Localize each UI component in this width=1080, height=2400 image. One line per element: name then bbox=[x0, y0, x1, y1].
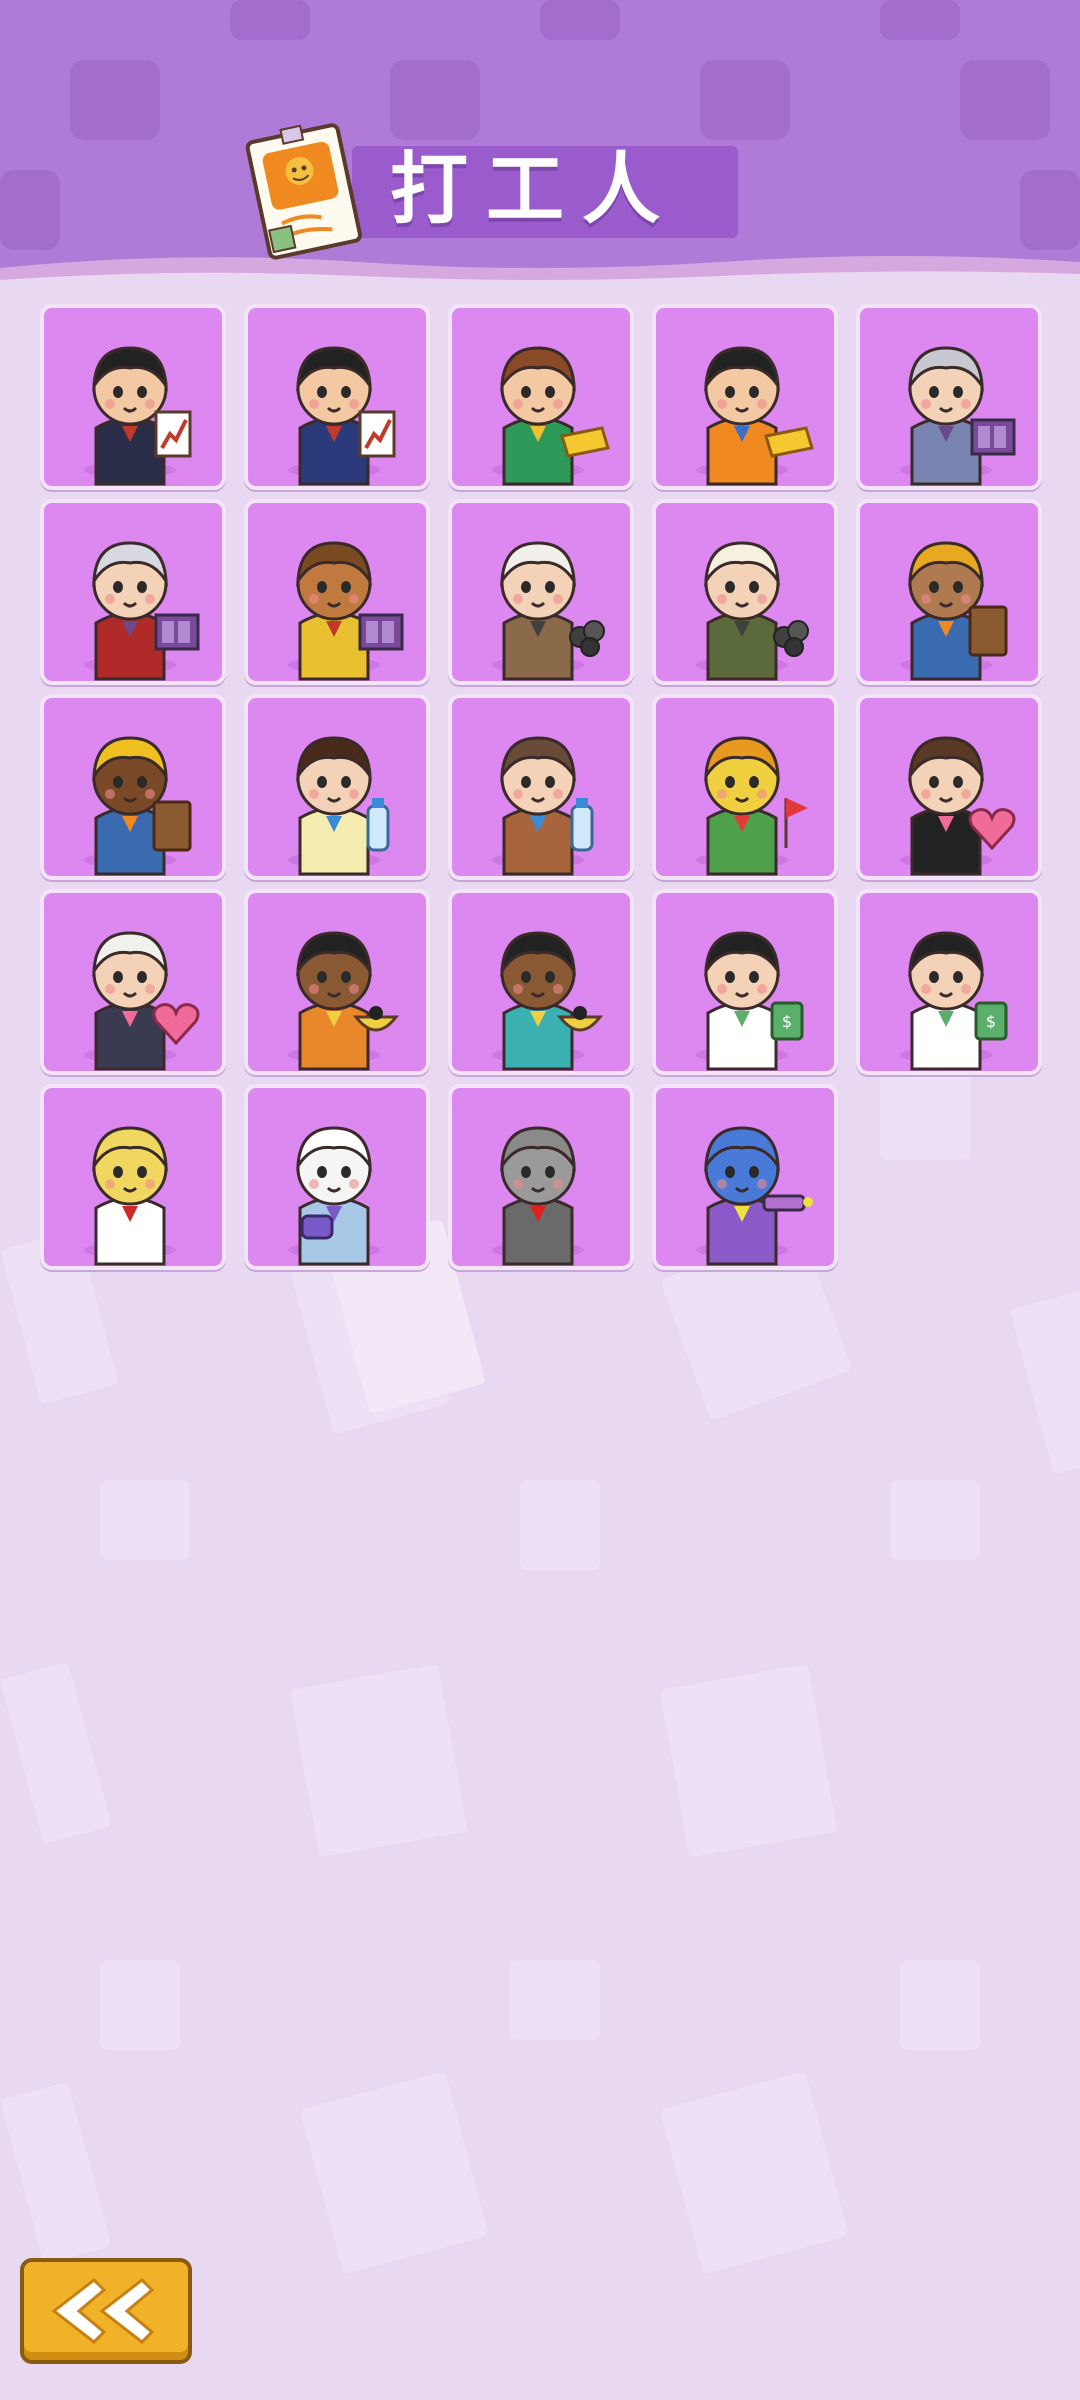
character-card-office-man-chart-2[interactable] bbox=[244, 304, 430, 490]
character-card-white-hair-adventurer[interactable] bbox=[448, 499, 634, 685]
character-card-boy-teal-bowl[interactable] bbox=[448, 889, 634, 1075]
character-portrait bbox=[492, 541, 605, 681]
character-card-doctor-cash[interactable]: $ bbox=[856, 889, 1042, 1075]
chevron-left-icon bbox=[51, 2278, 155, 2344]
character-portrait bbox=[696, 541, 809, 681]
svg-text:$: $ bbox=[782, 1012, 792, 1031]
character-portrait bbox=[288, 346, 396, 486]
character-portrait bbox=[84, 346, 192, 486]
character-card-nurse-cash[interactable]: $ bbox=[652, 889, 838, 1075]
character-portrait bbox=[696, 346, 814, 486]
character-portrait bbox=[492, 1126, 584, 1266]
character-portrait bbox=[696, 736, 808, 876]
character-card-parrot-flag[interactable] bbox=[652, 694, 838, 880]
character-card-bun-girl-adventurer[interactable] bbox=[652, 499, 838, 685]
character-portrait bbox=[900, 346, 1016, 486]
character-portrait: $ bbox=[696, 931, 804, 1071]
character-portrait bbox=[492, 736, 594, 876]
character-portrait bbox=[84, 931, 200, 1071]
character-portrait bbox=[84, 1126, 176, 1266]
character-card-silver-hair-book[interactable] bbox=[856, 304, 1042, 490]
character-portrait: $ bbox=[900, 931, 1008, 1071]
character-portrait bbox=[84, 736, 192, 876]
character-card-silver-hair-red-book[interactable] bbox=[40, 499, 226, 685]
character-card-wolf-girl-heart[interactable] bbox=[40, 889, 226, 1075]
character-portrait bbox=[84, 541, 200, 681]
character-portrait bbox=[696, 1126, 813, 1266]
character-card-curler-lady-gold[interactable] bbox=[448, 304, 634, 490]
character-card-monkey-king[interactable] bbox=[244, 499, 430, 685]
character-card-robot-skull[interactable] bbox=[448, 1084, 634, 1270]
character-card-boy-orange-bowl[interactable] bbox=[244, 889, 430, 1075]
character-card-blue-alien-gun[interactable] bbox=[652, 1084, 838, 1270]
character-card-sheep-purse[interactable] bbox=[244, 1084, 430, 1270]
character-card-boy-gold-bar[interactable] bbox=[652, 304, 838, 490]
svg-text:$: $ bbox=[986, 1012, 996, 1031]
back-button[interactable] bbox=[20, 2258, 192, 2364]
page-title: 打工人 bbox=[390, 145, 679, 235]
character-portrait bbox=[900, 541, 1008, 681]
character-card-helmet-worker-sunglasses[interactable] bbox=[40, 694, 226, 880]
notice-paper-icon bbox=[245, 123, 362, 260]
character-card-bald-boy-water[interactable] bbox=[448, 694, 634, 880]
character-card-bun-girl-water[interactable] bbox=[244, 694, 430, 880]
character-portrait bbox=[492, 346, 610, 486]
character-portrait bbox=[900, 736, 1016, 876]
character-portrait bbox=[288, 736, 390, 876]
character-portrait bbox=[288, 931, 400, 1071]
character-card-office-man-chart[interactable] bbox=[40, 304, 226, 490]
character-card-helmet-worker-brick[interactable] bbox=[856, 499, 1042, 685]
character-portrait bbox=[288, 1126, 380, 1266]
character-portrait bbox=[288, 541, 404, 681]
character-card-blonde-dog-girl[interactable] bbox=[40, 1084, 226, 1270]
character-card-maid-cat-heart[interactable] bbox=[856, 694, 1042, 880]
character-portrait bbox=[492, 931, 604, 1071]
